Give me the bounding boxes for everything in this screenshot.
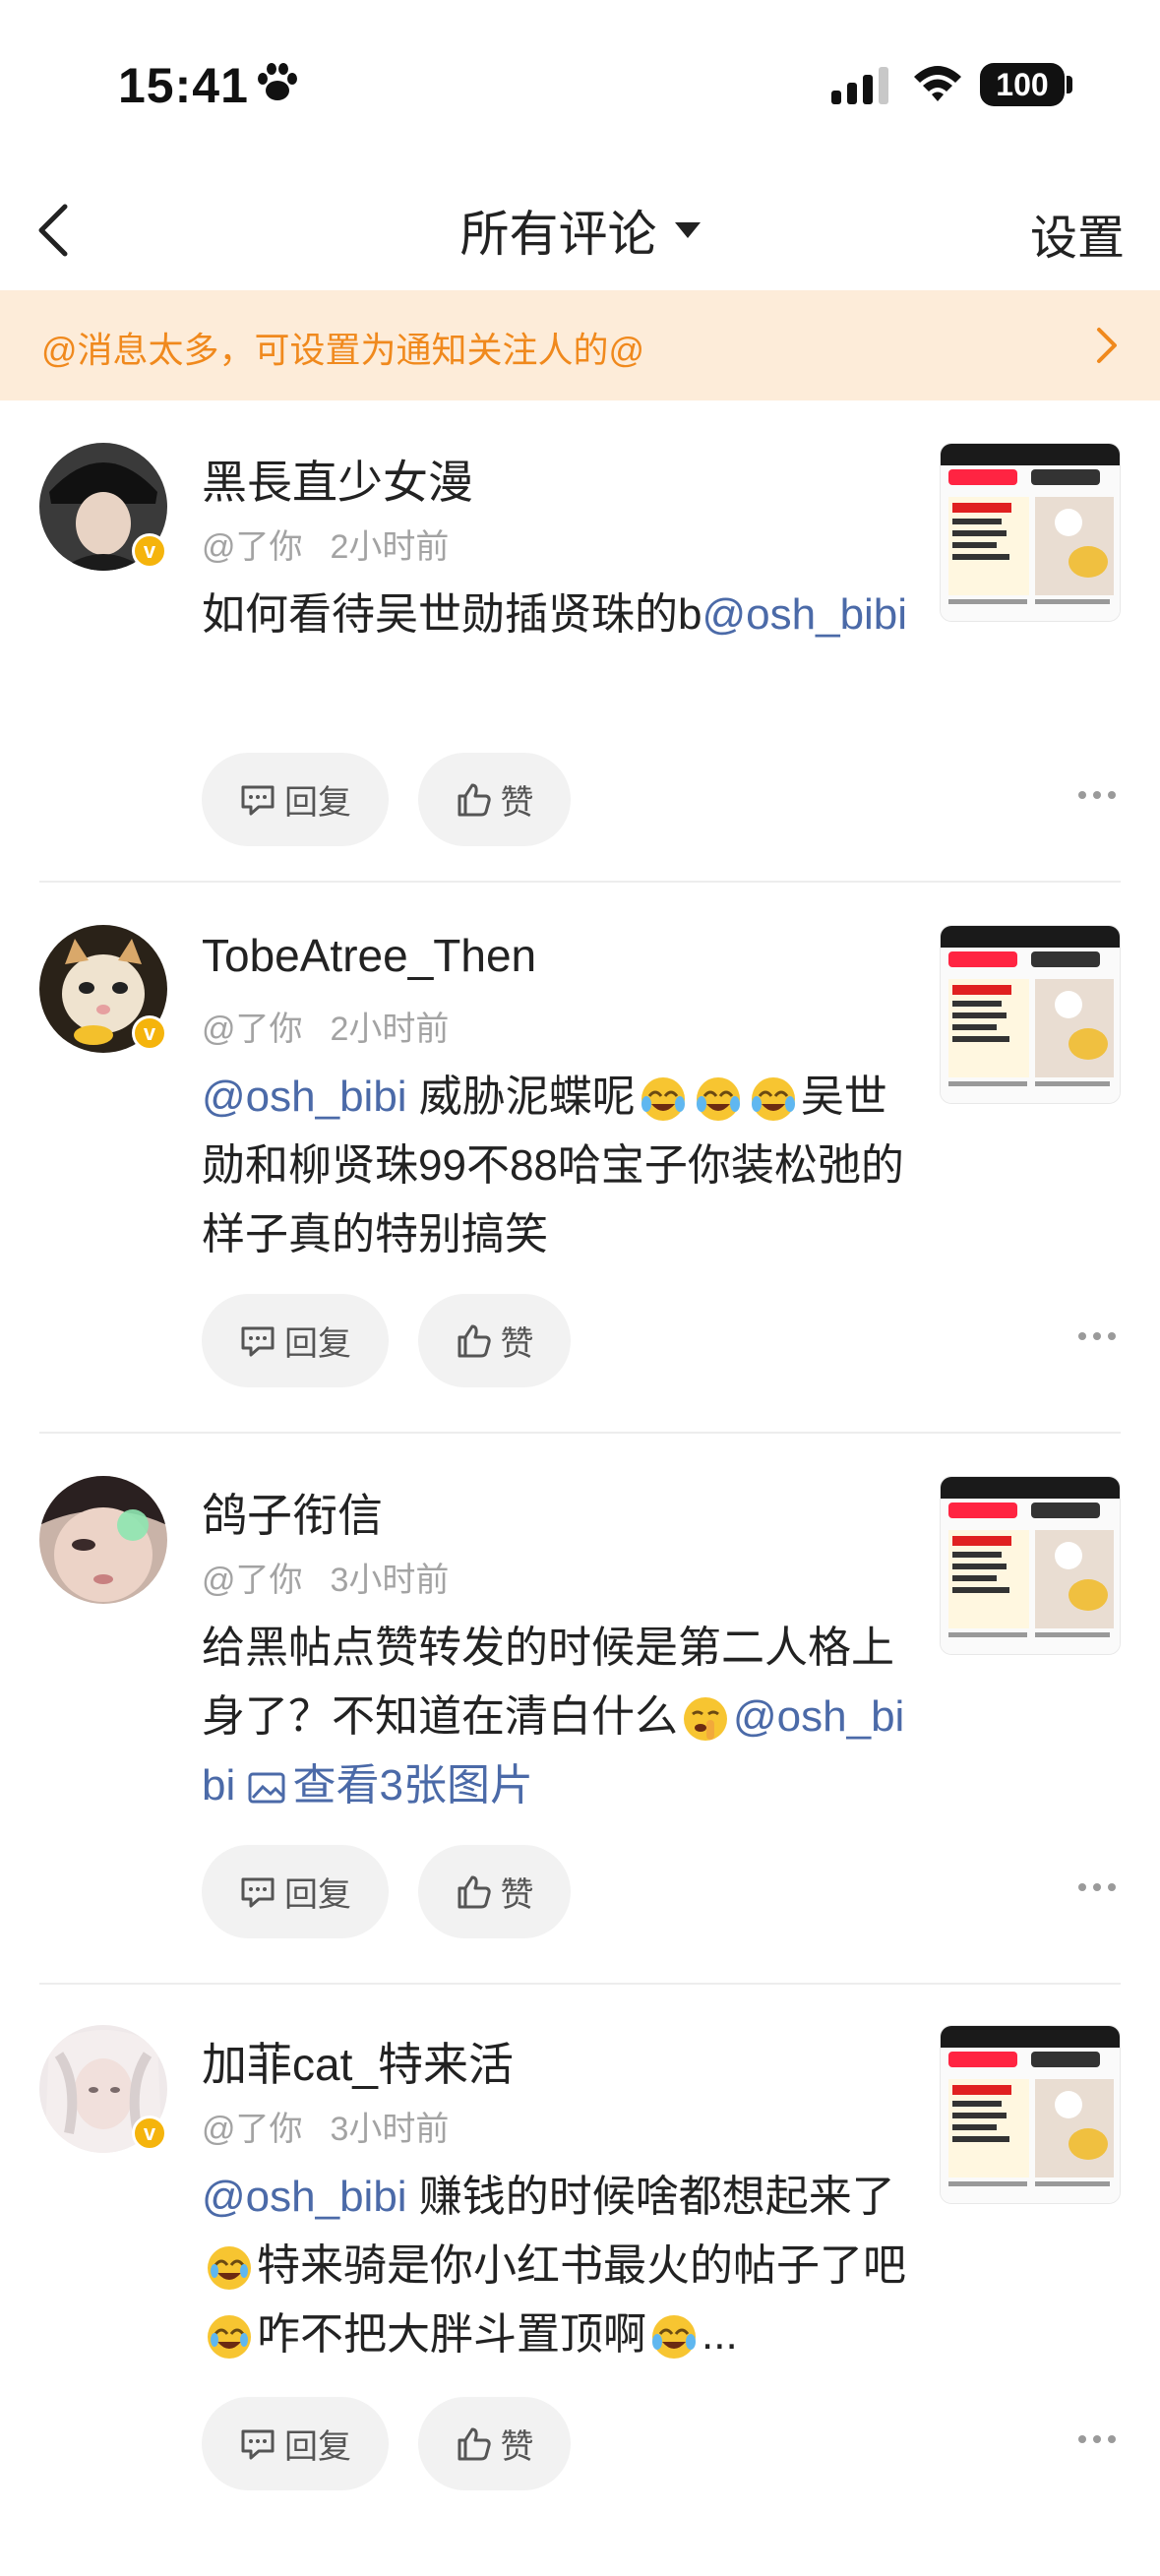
reply-label[interactable]: 回复 <box>284 2420 351 2468</box>
post-thumbnail[interactable] <box>940 2025 1121 2204</box>
more-icon[interactable] <box>1077 790 1117 800</box>
caret-down-icon[interactable] <box>674 222 701 238</box>
page-title[interactable]: 所有评论 <box>460 195 657 266</box>
signal-icon <box>831 67 888 104</box>
more-icon[interactable] <box>1077 1331 1117 1341</box>
reply-button[interactable]: 回复 <box>202 753 389 846</box>
like-label[interactable]: 赞 <box>501 775 534 824</box>
joy-emoji-icon <box>208 2246 251 2291</box>
laughing-crying-emoji-icon <box>641 1077 685 1122</box>
status-time: 15:41 <box>118 58 249 113</box>
comment-meta: @了你 3小时前 <box>202 1562 450 1599</box>
comment-icon <box>241 1877 275 1907</box>
post-thumbnail[interactable] <box>940 1476 1121 1655</box>
like-label[interactable]: 赞 <box>501 2420 534 2468</box>
comment-item[interactable]: v TobeAtree_Then @了你 2小时前 @osh_bibi 威胁泥蝶呢… <box>0 925 1160 1476</box>
mention-link[interactable]: @osh_bibi <box>202 1073 407 1121</box>
reply-button[interactable]: 回复 <box>202 1845 389 1938</box>
image-icon <box>248 1772 285 1804</box>
comment-username[interactable]: TobeAtree_Then <box>202 929 536 982</box>
shushing-emoji-icon <box>684 1697 727 1742</box>
mention-link[interactable]: @osh_bibi <box>702 590 907 639</box>
comment-icon <box>241 1326 275 1356</box>
like-button[interactable]: 赞 <box>418 2397 571 2490</box>
like-label[interactable]: 赞 <box>501 1868 534 1916</box>
comment-username[interactable]: 黑長直少女漫 <box>202 447 473 512</box>
comment-text: @osh_bibi 赚钱的时候啥都想起来了特来骑是你小红书最火的帖子了吧咋不把大… <box>202 2163 910 2369</box>
laughing-crying-emoji-icon <box>696 1077 740 1122</box>
comment-text: 如何看待吴世勋插贤珠的b@osh_bibi <box>202 590 908 639</box>
chevron-right-icon[interactable] <box>1091 324 1121 367</box>
thumbs-up-icon <box>458 1324 491 1357</box>
divider <box>39 1983 1121 1985</box>
comment-actions: 回复 赞 <box>202 1845 1146 1938</box>
laughing-crying-emoji-icon <box>652 2315 696 2360</box>
comment-actions: 回复 赞 <box>202 1294 1146 1387</box>
joy-emoji-icon <box>208 2315 251 2360</box>
comment-actions: 回复 赞 <box>202 753 1146 846</box>
comment-item[interactable]: v 黑長直少女漫 @了你 2小时前 如何看待吴世勋插贤珠的b@osh_bibi 回… <box>0 443 1160 994</box>
settings-button[interactable]: 设置 <box>1030 199 1125 268</box>
like-button[interactable]: 赞 <box>418 1294 571 1387</box>
verified-badge-icon: v <box>132 2116 167 2151</box>
like-label[interactable]: 赞 <box>501 1317 534 1365</box>
avatar[interactable] <box>39 1476 167 1604</box>
verified-badge-icon: v <box>132 1015 167 1051</box>
comment-icon <box>241 2429 275 2459</box>
comment-text: @osh_bibi 威胁泥蝶呢 吴世勋和柳贤珠99不88哈宝子你装松弛的样子真的特… <box>202 1073 904 1258</box>
divider <box>39 881 1121 883</box>
banner-text[interactable]: @消息太多，可设置为通知关注人的@ <box>41 322 644 373</box>
nav-bar: 所有评论 设置 <box>0 167 1160 290</box>
paw-icon <box>258 63 297 100</box>
comment-actions: 回复 赞 <box>202 2397 1146 2490</box>
like-button[interactable]: 赞 <box>418 1845 571 1938</box>
comment-username[interactable]: 加菲cat_特来活 <box>202 2029 514 2094</box>
notice-banner[interactable]: @消息太多，可设置为通知关注人的@ <box>0 290 1160 400</box>
reply-button[interactable]: 回复 <box>202 1294 389 1387</box>
thumbs-up-icon <box>458 783 491 816</box>
reply-label[interactable]: 回复 <box>284 1317 351 1365</box>
laughing-crying-emoji-icon <box>751 1077 795 1122</box>
comment-username[interactable]: 鸽子衔信 <box>202 1480 383 1545</box>
reply-label[interactable]: 回复 <box>284 775 351 824</box>
comment-item[interactable]: v 加菲cat_特来活 @了你 3小时前 @osh_bibi 赚钱的时候啥都想起来… <box>0 2025 1160 2576</box>
comment-text: 给黑帖点赞转发的时候是第二人格上身了？不知道在清白什么 @osh_bibi 查看3… <box>202 1624 905 1809</box>
more-icon[interactable] <box>1077 2434 1117 2444</box>
battery-tip <box>1067 76 1072 93</box>
like-button[interactable]: 赞 <box>418 753 571 846</box>
thumbs-up-icon <box>458 2427 491 2460</box>
reply-label[interactable]: 回复 <box>284 1868 351 1916</box>
divider <box>39 1432 1121 1434</box>
battery-level: 100 <box>980 63 1065 106</box>
comment-item[interactable]: 鸽子衔信 @了你 3小时前 给黑帖点赞转发的时候是第二人格上身了？不知道在清白什么… <box>0 1476 1160 2027</box>
thumbs-up-icon <box>458 1875 491 1908</box>
post-thumbnail[interactable] <box>940 925 1121 1104</box>
comment-meta: @了你 3小时前 <box>202 2111 450 2148</box>
mention-link[interactable]: @osh_bibi <box>202 2173 407 2221</box>
comment-meta: @了你 2小时前 <box>202 528 450 566</box>
post-thumbnail[interactable] <box>940 443 1121 622</box>
verified-badge-icon: v <box>132 533 167 569</box>
status-bar: 15:41 100 <box>0 0 1160 167</box>
reply-button[interactable]: 回复 <box>202 2397 389 2490</box>
wifi-icon <box>914 66 961 101</box>
title-dropdown[interactable]: 所有评论 <box>0 195 1160 266</box>
comment-meta: @了你 2小时前 <box>202 1011 450 1048</box>
more-icon[interactable] <box>1077 1882 1117 1892</box>
comment-icon <box>241 785 275 815</box>
view-images-link[interactable]: 查看3张图片 <box>247 1761 533 1809</box>
